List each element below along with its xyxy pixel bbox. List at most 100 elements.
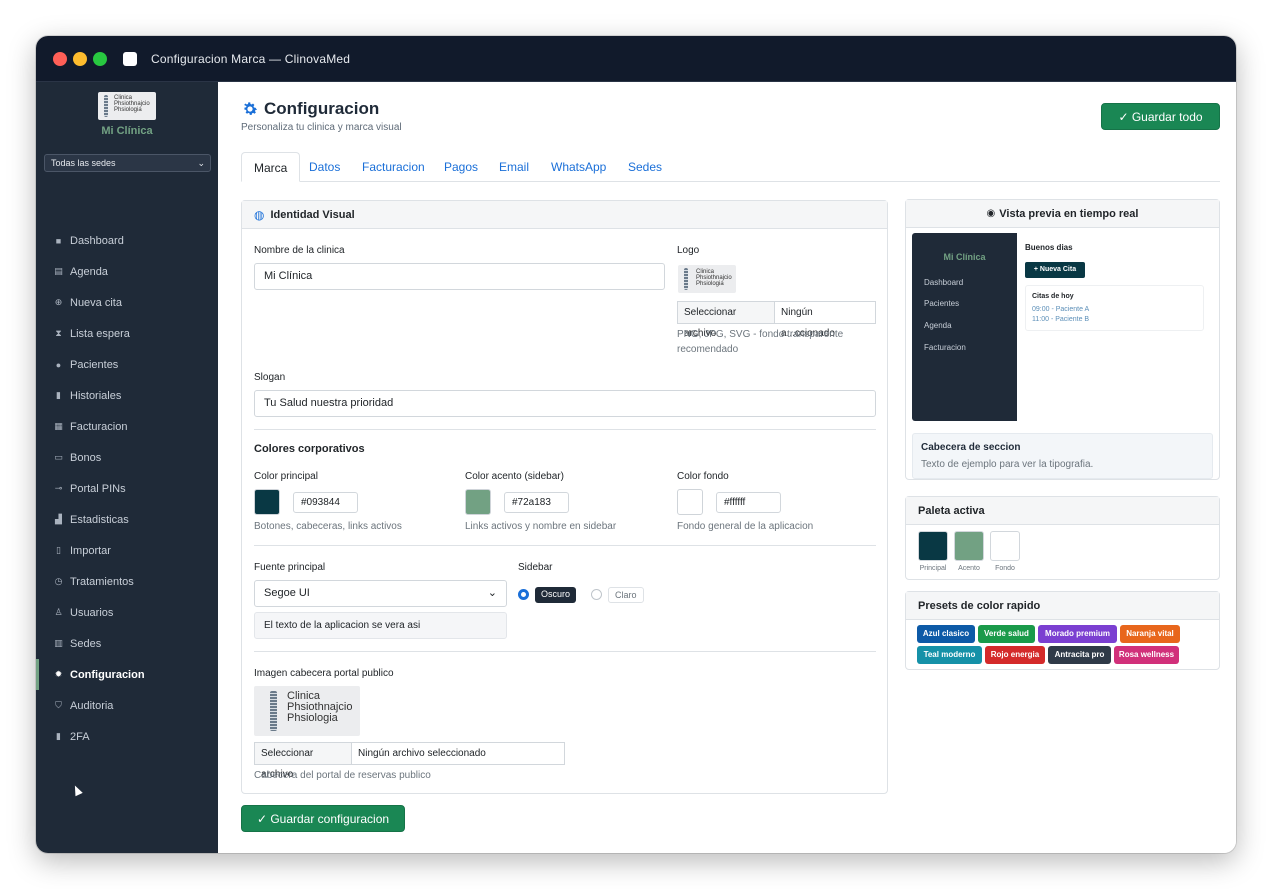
- maximize-window-button[interactable]: [93, 52, 107, 66]
- slogan-label: Slogan: [254, 372, 286, 383]
- close-window-button[interactable]: [53, 52, 67, 66]
- chevron-down-icon: ⌄: [197, 158, 205, 168]
- color-bg-swatch[interactable]: [677, 489, 703, 515]
- sidebar-style-label: Sidebar: [518, 562, 553, 573]
- clinic-name-label: Nombre de la clinica: [254, 245, 345, 256]
- clock-icon: ◷: [54, 576, 63, 586]
- settings-tabs: Marca Datos Facturacion Pagos Email What…: [241, 152, 1220, 182]
- header-image-hint: Cabecera del portal de reservas publico: [254, 770, 431, 781]
- font-select[interactable]: Segoe UI ⌄: [254, 580, 507, 607]
- tab-email[interactable]: Email: [487, 152, 541, 182]
- preview-new-button: + Nueva Cita: [1025, 262, 1085, 278]
- preview-appointments-card: Citas de hoy 09:00 - Paciente A 11:00 - …: [1025, 285, 1204, 331]
- preview-sidebar: Mi Clínica Dashboard Pacientes Agenda Fa…: [912, 233, 1017, 421]
- sidebar-item-estadisticas[interactable]: ▟ Estadisticas: [36, 504, 218, 535]
- sidebar-item-pacientes[interactable]: ● Pacientes: [36, 349, 218, 380]
- sidebar-item-importar[interactable]: ▯ Importar: [36, 535, 218, 566]
- header-file-button[interactable]: Seleccionar archivo: [254, 742, 352, 780]
- color-primary-label: Color principal: [254, 471, 318, 482]
- tab-datos[interactable]: Datos: [297, 152, 352, 182]
- palette-swatch-fondo: [990, 531, 1020, 561]
- mouse-cursor: [71, 783, 83, 797]
- palette-label: Acento: [958, 565, 980, 572]
- color-accent-hint: Links activos y nombre en sidebar: [465, 521, 617, 532]
- sidebar-item-2fa[interactable]: ▮ 2FA: [36, 721, 218, 752]
- preset-verde-salud[interactable]: Verde salud: [978, 625, 1035, 643]
- sidebar-item-sedes[interactable]: ▥ Sedes: [36, 628, 218, 659]
- tab-facturacion[interactable]: Facturacion: [350, 152, 437, 182]
- live-preview-card: ◉ Vista previa en tiempo real Mi Clínica…: [905, 199, 1220, 480]
- sidebar-item-bonos[interactable]: ▭ Bonos: [36, 442, 218, 473]
- color-bg-hex-input[interactable]: #ffffff: [716, 492, 781, 513]
- color-bg-label: Color fondo: [677, 471, 729, 482]
- calendar-icon: ▤: [54, 266, 63, 276]
- preview-menu-item: Dashboard: [924, 278, 964, 287]
- divider: [254, 651, 876, 652]
- sidebar-item-usuarios[interactable]: ♙ Usuarios: [36, 597, 218, 628]
- main-content: Configuracion Personaliza tu clinica y m…: [218, 82, 1236, 853]
- header-file-name[interactable]: Ningún archivo seleccionado: [352, 742, 565, 765]
- slogan-input[interactable]: Tu Salud nuestra prioridad: [254, 390, 876, 417]
- palette-swatch-acento: [954, 531, 984, 561]
- sidebar-item-dashboard[interactable]: ■ Dashboard: [36, 225, 218, 256]
- font-label: Fuente principal: [254, 562, 326, 573]
- sidebar-item-facturacion[interactable]: ▦ Facturacion: [36, 411, 218, 442]
- chart-icon: ▟: [55, 514, 62, 524]
- preset-naranja-vital[interactable]: Naranja vital: [1120, 625, 1180, 643]
- logo-file-button[interactable]: Seleccionar archivo: [677, 301, 775, 339]
- save-config-button[interactable]: ✓ Guardar configuracion: [241, 805, 405, 832]
- color-primary-swatch[interactable]: [254, 489, 280, 515]
- palette-header: Paleta activa: [906, 497, 1219, 525]
- key-icon: ⊸: [54, 483, 63, 493]
- palette-swatch-principal: [918, 531, 948, 561]
- logo-file-name[interactable]: Ningún a...ccionado: [775, 301, 876, 339]
- sidebar-item-nueva-cita[interactable]: ⊕ Nueva cita: [36, 287, 218, 318]
- sidebar-dark-option[interactable]: Oscuro: [535, 587, 577, 603]
- logo-hint: PNG, JPG, SVG - fondo transparente recom…: [677, 329, 844, 355]
- users-icon: ●: [55, 359, 62, 370]
- shield-icon: ⛉: [55, 700, 62, 710]
- building-icon: ▥: [54, 638, 63, 648]
- divider: [254, 545, 876, 546]
- presets-header: Presets de color rapido: [906, 592, 1219, 620]
- palette-label: Principal: [919, 565, 947, 572]
- app-icon: [123, 52, 137, 66]
- plus-circle-icon: ⊕: [54, 297, 63, 307]
- palette-icon: ◍: [254, 207, 265, 222]
- preset-azul-clasico[interactable]: Azul clasico: [917, 625, 975, 643]
- save-all-button[interactable]: ✓ Guardar todo: [1101, 103, 1220, 130]
- preset-teal-moderno[interactable]: Teal moderno: [917, 646, 982, 664]
- sidebar-light-option[interactable]: Claro: [608, 587, 644, 603]
- color-presets-card: Presets de color rapido Azul clasico Ver…: [905, 591, 1220, 670]
- color-accent-swatch[interactable]: [465, 489, 491, 515]
- sidebar-item-agenda[interactable]: ▤ Agenda: [36, 256, 218, 287]
- sidebar-item-lista-espera[interactable]: ⧗ Lista espera: [36, 318, 218, 349]
- clinic-name-input[interactable]: Mi Clínica: [254, 263, 665, 290]
- tab-whatsapp[interactable]: WhatsApp: [539, 152, 618, 182]
- font-preview: El texto de la aplicacion se vera asi: [254, 612, 507, 639]
- preset-rojo-energia[interactable]: Rojo energia: [985, 646, 1045, 664]
- preview-menu-item: Facturacion: [924, 343, 966, 352]
- color-accent-hex-input[interactable]: #72a183: [504, 492, 569, 513]
- preset-antracita-pro[interactable]: Antracita pro: [1048, 646, 1111, 664]
- phone-icon: ▮: [56, 731, 61, 741]
- sidebar-item-portal-pins[interactable]: ⊸ Portal PINs: [36, 473, 218, 504]
- tab-pagos[interactable]: Pagos: [432, 152, 490, 182]
- sidebar-item-tratamientos[interactable]: ◷ Tratamientos: [36, 566, 218, 597]
- sidebar-item-auditoria[interactable]: ⛉ Auditoria: [36, 690, 218, 721]
- tab-sedes[interactable]: Sedes: [616, 152, 674, 182]
- color-primary-hex-input[interactable]: #093844: [293, 492, 358, 513]
- sidebar-item-configuracion[interactable]: ✹ Configuracion: [36, 659, 218, 690]
- minimize-window-button[interactable]: [73, 52, 87, 66]
- sidebar-item-historiales[interactable]: ▮ Historiales: [36, 380, 218, 411]
- sede-select[interactable]: Todas las sedes ⌄: [44, 154, 211, 172]
- preview-brand: Mi Clínica: [943, 252, 986, 262]
- sidebar-dark-radio[interactable]: [518, 589, 529, 600]
- sidebar-light-radio[interactable]: [591, 589, 602, 600]
- preset-rosa-wellness[interactable]: Rosa wellness: [1114, 646, 1179, 664]
- preset-morado-premium[interactable]: Morado premium: [1038, 625, 1117, 643]
- preview-section-header: Cabecera de seccion Texto de ejemplo par…: [912, 433, 1213, 479]
- preview-greeting: Buenos dias: [1025, 243, 1073, 252]
- file-icon: ▮: [56, 390, 61, 400]
- tab-marca[interactable]: Marca: [241, 152, 301, 182]
